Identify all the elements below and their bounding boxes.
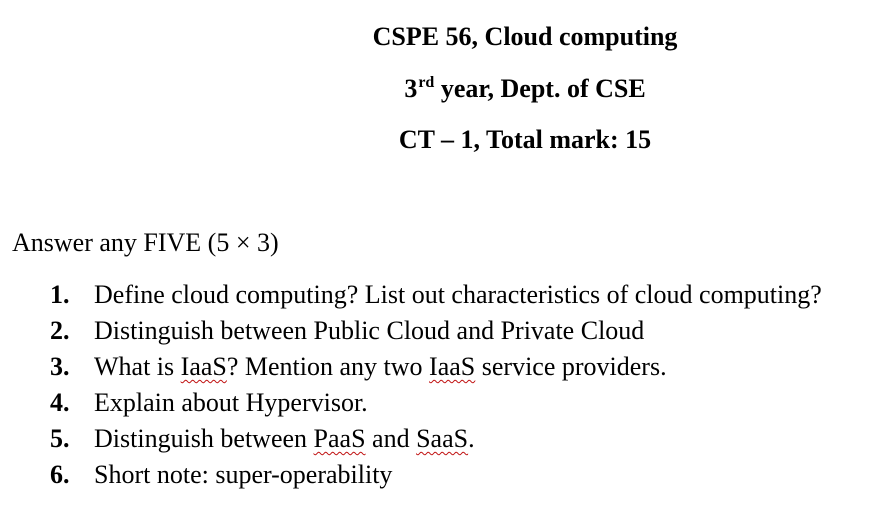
question-number: 1. <box>50 280 70 309</box>
text-segment: and <box>365 424 417 453</box>
spellcheck-term: PaaS <box>313 424 366 453</box>
year-department-text: year, Dept. of CSE <box>440 74 646 103</box>
question-number: 2. <box>50 316 70 345</box>
question-number: 4. <box>50 388 70 417</box>
question-text: What is IaaS? Mention any two IaaS servi… <box>94 352 667 382</box>
text-segment: service providers. <box>475 352 667 381</box>
question-text: Define cloud computing? List out charact… <box>94 280 822 309</box>
spellcheck-term: IaaS <box>180 352 227 381</box>
spellcheck-term: SaaS <box>416 424 469 453</box>
question-text: Distinguish between PaaS and SaaS. <box>94 424 475 454</box>
text-segment: Distinguish between <box>94 424 314 453</box>
text-segment: ? Mention any two <box>226 352 430 381</box>
text-segment: What is <box>94 352 181 381</box>
course-title: CSPE 56, Cloud computing <box>372 22 678 51</box>
question-number: 5. <box>50 424 70 453</box>
question-text: Short note: super-operability <box>94 460 393 489</box>
question-text: Distinguish between Public Cloud and Pri… <box>94 316 645 345</box>
text-segment: . <box>468 424 475 453</box>
spellcheck-term: IaaS <box>429 352 476 381</box>
question-number: 3. <box>50 352 70 381</box>
test-total-mark: CT – 1, Total mark: 15 <box>398 125 652 154</box>
year-number: 3 <box>404 74 418 103</box>
question-text: Explain about Hypervisor. <box>94 388 368 417</box>
question-number: 6. <box>50 460 70 489</box>
year-department: 3rd year, Dept. of CSE <box>230 74 820 108</box>
year-ordinal-suffix: rd <box>418 74 435 91</box>
instruction-text: Answer any FIVE (5 × 3) <box>12 228 279 257</box>
